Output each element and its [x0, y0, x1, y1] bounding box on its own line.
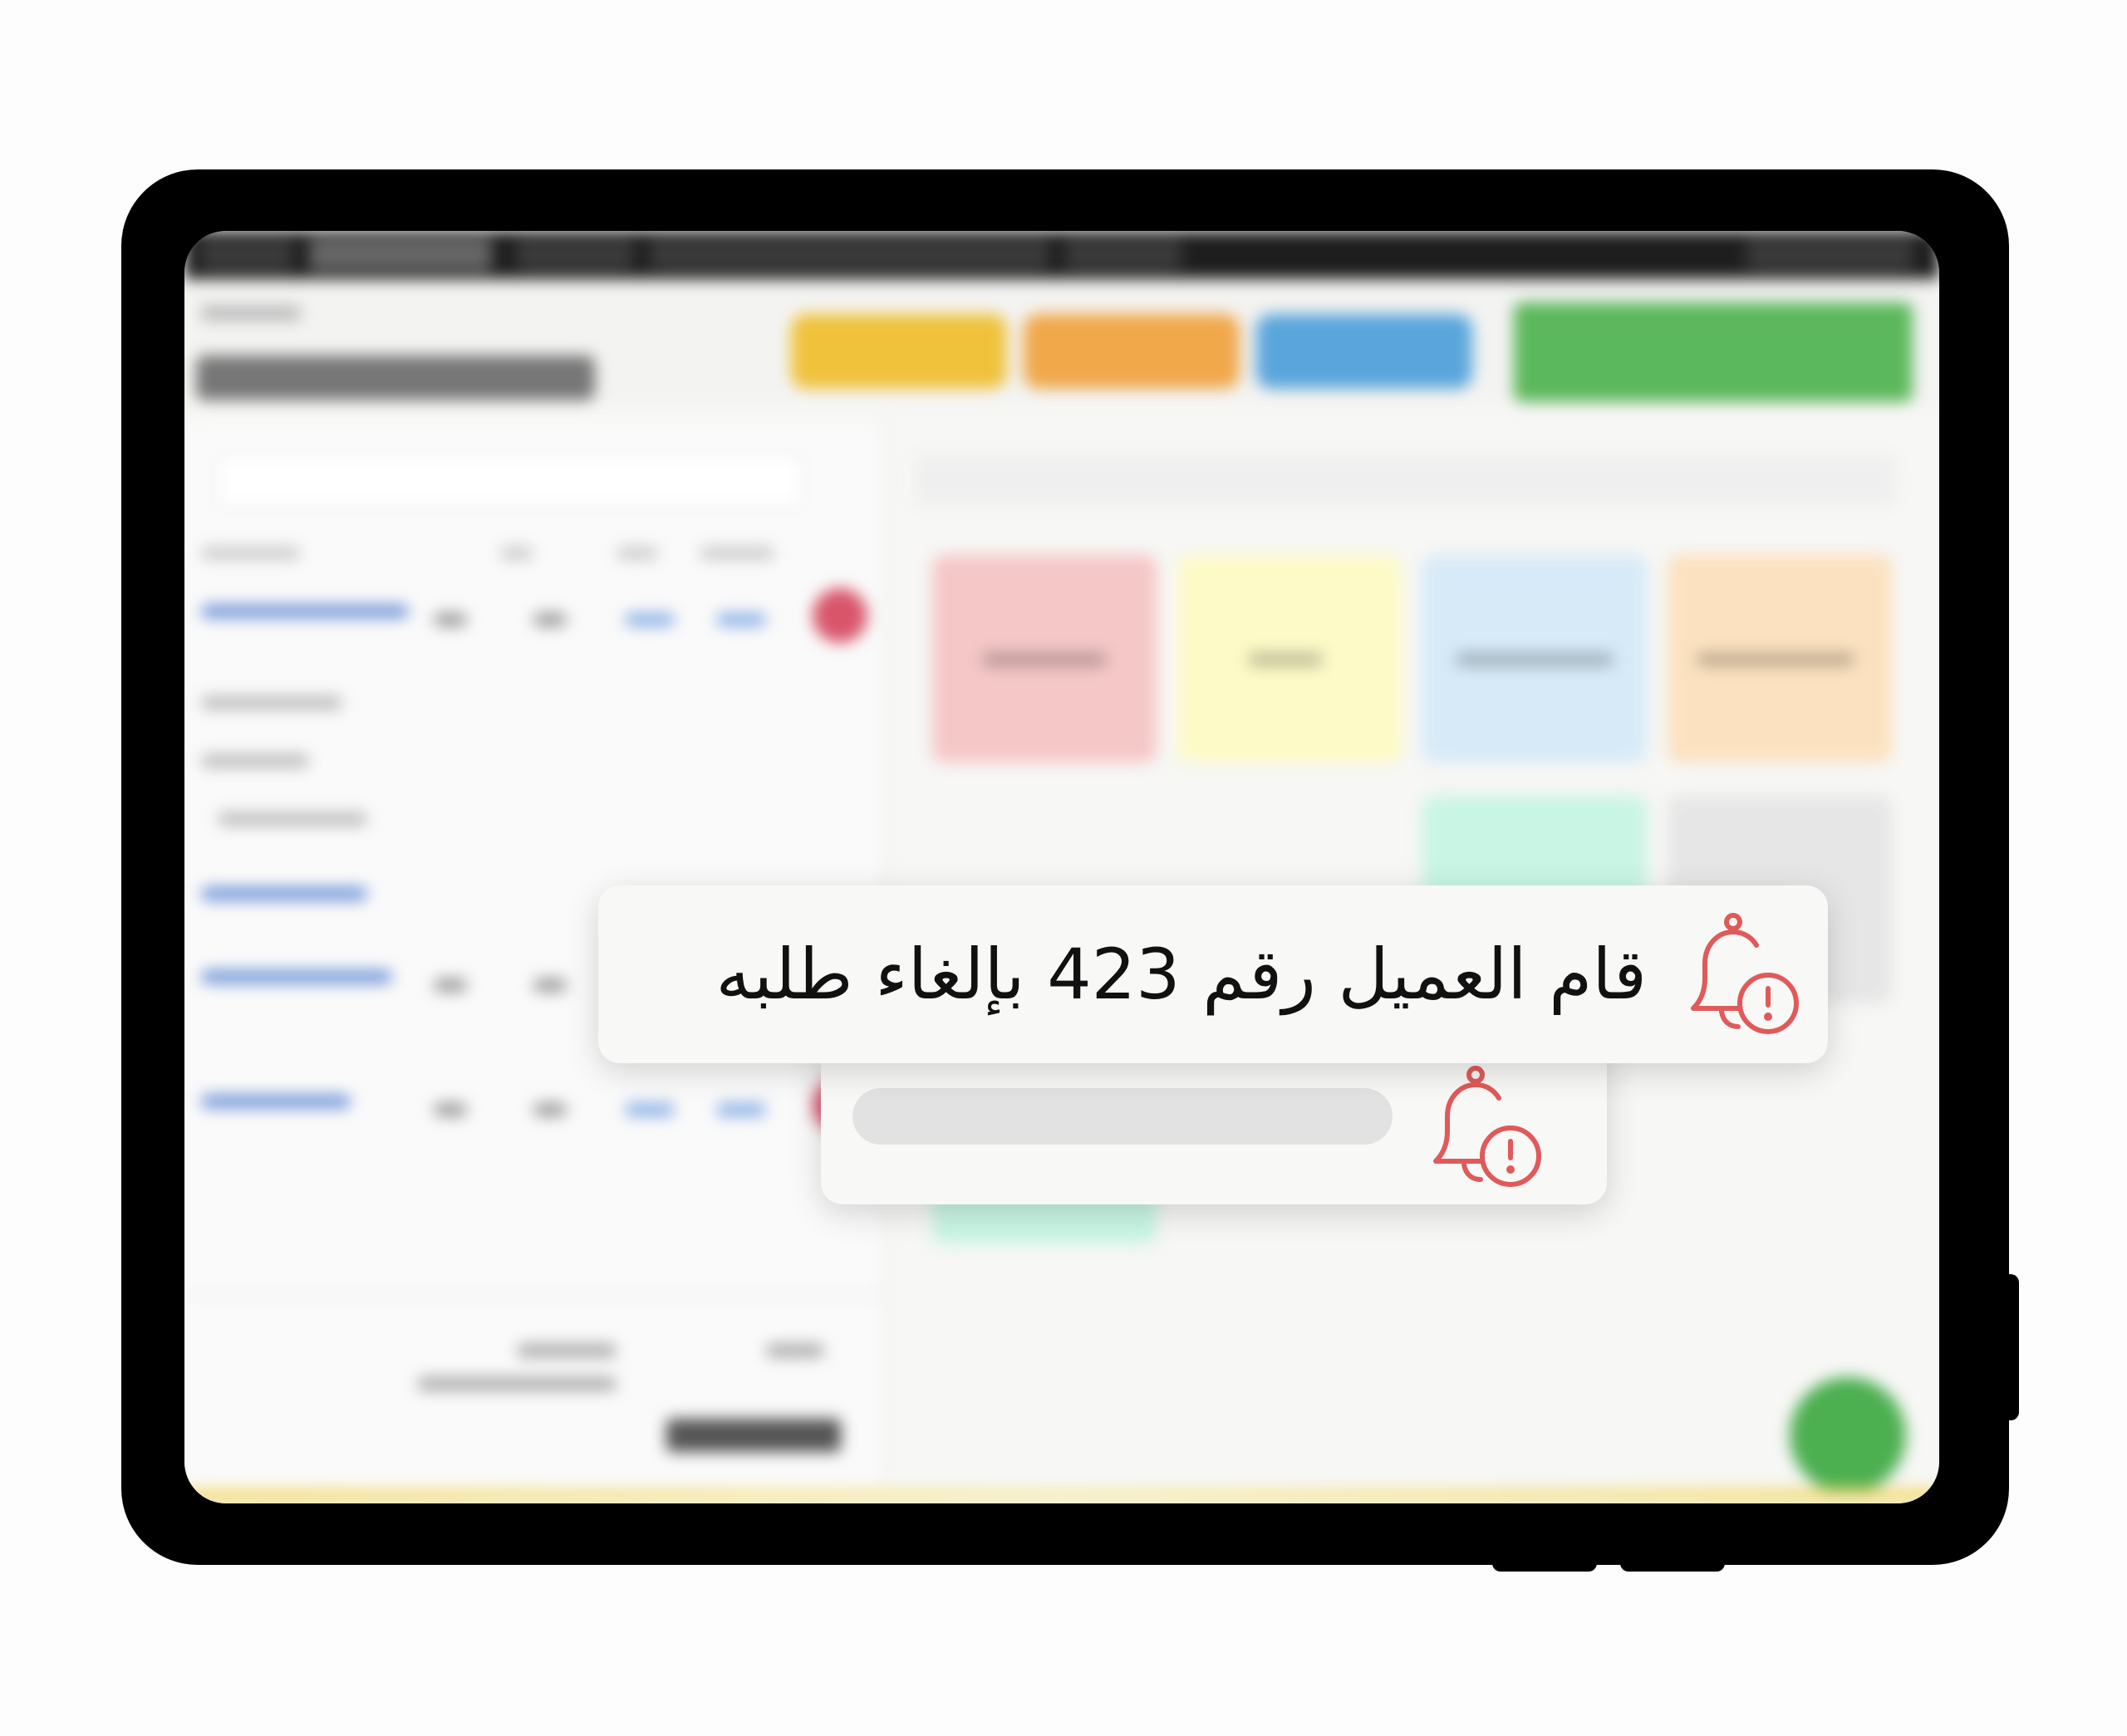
order-total: [666, 1419, 841, 1452]
bell-alert-icon: [1433, 1066, 1541, 1187]
header-button-orange[interactable]: [1024, 314, 1240, 389]
header-button-yellow[interactable]: [791, 314, 1007, 389]
blurred-pos-app: [184, 231, 1939, 1503]
remove-item-button[interactable]: [813, 588, 867, 643]
notification-message: قام العميل رقم 423 بإلغاء طلبه: [715, 934, 1647, 1015]
header-button-blue[interactable]: [1256, 314, 1472, 389]
venue-title-blurred: [196, 356, 595, 400]
tablet-screen: [184, 231, 1939, 1503]
search-input[interactable]: [218, 455, 803, 508]
category-bar: [916, 455, 1896, 505]
bell-alert-icon: [1691, 913, 1799, 1034]
notification-card[interactable]: قام العميل رقم 423 بإلغاء طلبه: [598, 885, 1828, 1063]
bottom-strip: [184, 1488, 1939, 1503]
floating-action-button[interactable]: [1790, 1377, 1906, 1493]
notification-placeholder-text: [852, 1088, 1393, 1145]
browser-tab-bar: [184, 231, 1939, 279]
header-button-green[interactable]: [1514, 302, 1913, 402]
